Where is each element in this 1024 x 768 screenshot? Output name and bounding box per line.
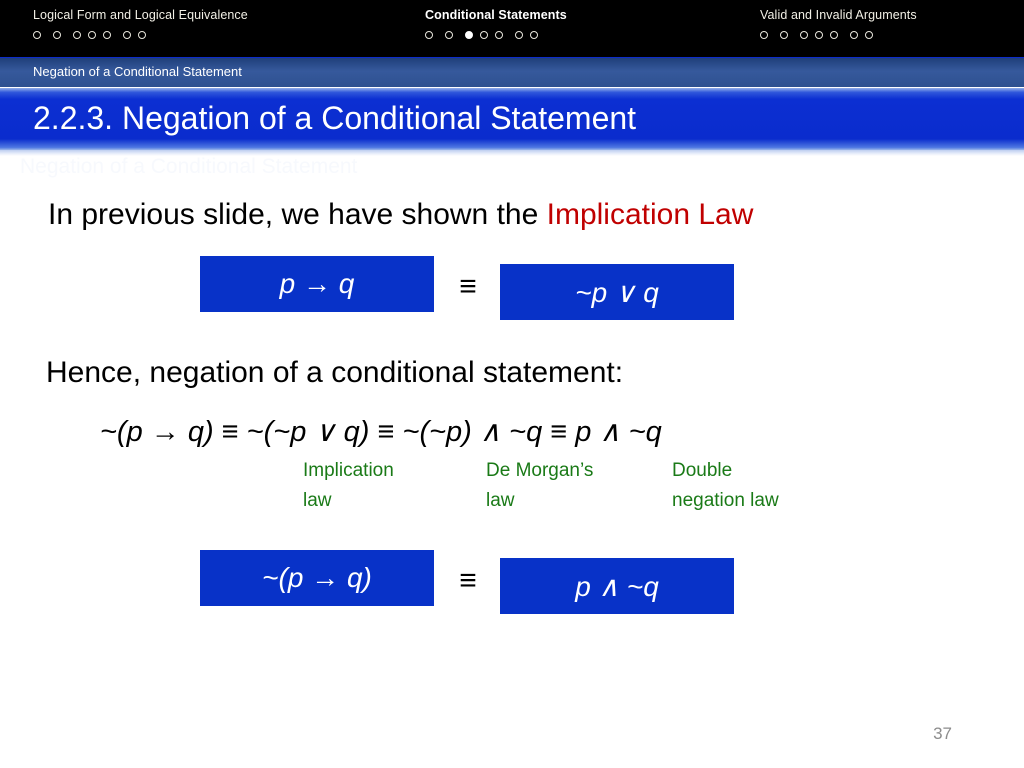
intro-sentence: In previous slide, we have shown the Imp… [48,198,753,232]
nav-section-title: Valid and Invalid Arguments [760,8,917,22]
progress-dot[interactable] [815,31,823,39]
progress-dot[interactable] [760,31,768,39]
nav-section-logical-form[interactable]: Logical Form and Logical Equivalence [33,0,248,57]
progress-dot[interactable] [33,31,41,39]
page-number: 37 [933,724,952,743]
equivalence-symbol: ≡ [459,564,477,597]
slide-content: In previous slide, we have shown the Imp… [0,156,1024,768]
progress-dot-active[interactable] [465,31,473,39]
law-note-double-negation: Double negation law [672,456,779,516]
hence-sentence: Hence, negation of a conditional stateme… [46,356,624,389]
intro-accent-implication-law: Implication Law [546,198,754,231]
progress-dot[interactable] [88,31,96,39]
equivalence-symbol: ≡ [459,270,477,303]
progress-dot[interactable] [445,31,453,39]
progress-dot[interactable] [480,31,488,39]
progress-dot[interactable] [138,31,146,39]
progress-dot[interactable] [123,31,131,39]
progress-dot[interactable] [73,31,81,39]
progress-dot[interactable] [830,31,838,39]
nav-section-title: Conditional Statements [425,8,567,22]
law-annotations: Implication law De Morgan’s law Double nega… [0,456,1024,526]
nav-section-valid-invalid-arguments[interactable]: Valid and Invalid Arguments [760,0,917,57]
progress-dot[interactable] [530,31,538,39]
law-note-text: Double negation law [672,460,779,511]
progress-dot[interactable] [425,31,433,39]
nav-progress-dots [33,28,248,42]
nav-progress-dots [425,28,567,42]
derivation-chain: ~(p → q) ≡ ~(~p ∨ q) ≡ ~(~p) ∧ ~q ≡ p ∧ … [100,416,662,448]
formula-box-negation-right: p ∧ ~q [500,558,734,614]
nav-section-title: Logical Form and Logical Equivalence [33,8,248,22]
breadcrumb-label: Negation of a Conditional Statement [33,64,242,79]
law-note-text: De Morgan’s law [486,460,594,511]
progress-dot[interactable] [515,31,523,39]
progress-dot[interactable] [53,31,61,39]
formula-box-negation-left: ~(p → q) [200,550,434,606]
breadcrumb: Negation of a Conditional Statement [0,57,1024,87]
formula-box-implication-left: p → q [200,256,434,312]
intro-prefix: In previous slide, we have shown the [48,198,547,231]
formula-box-implication-right: ~p ∨ q [500,264,734,320]
slide-title-bar: 2.2.3. Negation of a Conditional Stateme… [0,88,1024,150]
top-navigation-bar: Logical Form and Logical Equivalence Con… [0,0,1024,57]
progress-dot[interactable] [850,31,858,39]
progress-dot[interactable] [800,31,808,39]
law-note-de-morgans: De Morgan’s law [486,456,593,516]
page-title: 2.2.3. Negation of a Conditional Stateme… [33,100,637,136]
progress-dot[interactable] [495,31,503,39]
nav-progress-dots [760,28,917,42]
progress-dot[interactable] [865,31,873,39]
law-note-text: Implication law [303,460,394,511]
progress-dot[interactable] [780,31,788,39]
nav-section-conditional-statements[interactable]: Conditional Statements [425,0,567,57]
law-note-implication: Implication law [303,456,394,516]
progress-dot[interactable] [103,31,111,39]
